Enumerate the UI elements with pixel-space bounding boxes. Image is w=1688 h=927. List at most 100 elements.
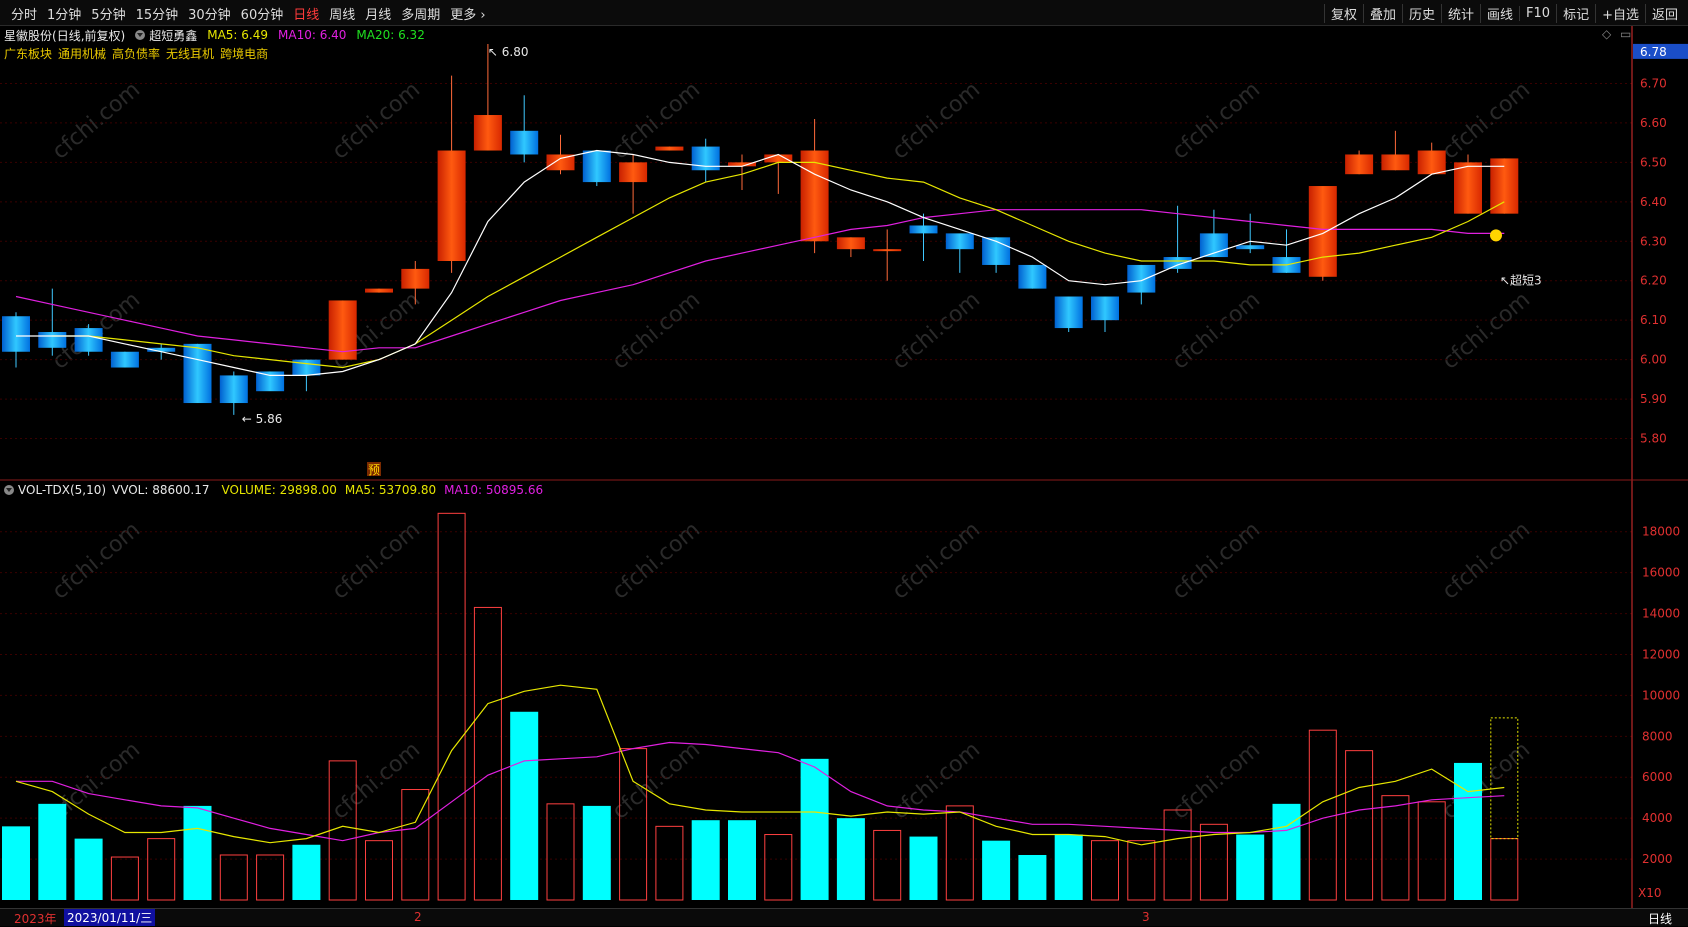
watermark-text: cfchi.com xyxy=(888,517,985,604)
volume-bar xyxy=(1091,840,1119,901)
watermark-text: cfchi.com xyxy=(1438,287,1535,374)
candle-body xyxy=(219,375,248,404)
volume-bar xyxy=(401,789,430,901)
annotation-layer: ↖ 6.80 ← 5.86 ↖超短3 预 xyxy=(242,45,1542,477)
volume-bar xyxy=(1345,750,1374,901)
candle-body xyxy=(836,237,865,250)
price-tick-label: 6.50 xyxy=(1640,155,1667,169)
watermark-text: cfchi.com xyxy=(608,517,705,604)
volume-tick-label: 14000 xyxy=(1642,607,1680,621)
watermark-text: cfchi.com xyxy=(1168,737,1265,824)
volume-bar xyxy=(1454,762,1482,900)
watermark-text: cfchi.com xyxy=(608,287,705,374)
kline-chart[interactable]: cfchi.com cfchi.com cfchi.com cfchi.com cfch… xyxy=(0,0,1688,908)
watermark-text: cfchi.com xyxy=(1168,287,1265,374)
candle-body xyxy=(1381,154,1410,171)
price-tick-label: 5.90 xyxy=(1640,392,1667,406)
watermark-text: cfchi.com xyxy=(1438,517,1535,604)
pre-marker-label: 预 xyxy=(368,463,380,477)
price-tick-label: 5.80 xyxy=(1640,432,1667,446)
volume-bar xyxy=(328,760,357,901)
volume-bar xyxy=(691,820,720,900)
candle-body xyxy=(401,268,430,289)
collapse-icon: ▭ xyxy=(1620,27,1631,41)
signal-label: ↖超短3 xyxy=(1500,273,1542,288)
candle-body xyxy=(510,130,539,155)
candle-body xyxy=(256,371,285,392)
high-price-label: ↖ 6.80 xyxy=(488,45,529,59)
cursor-date: 2023/01/11/三 xyxy=(64,909,156,926)
volume-tick-label: 8000 xyxy=(1642,729,1673,743)
watermark-text: cfchi.com xyxy=(1438,77,1535,164)
volume-bar xyxy=(510,711,539,900)
candle-body xyxy=(1091,296,1119,321)
candle-body xyxy=(1345,154,1374,175)
volume-bar xyxy=(1163,809,1192,901)
volume-bars-layer xyxy=(2,512,1519,901)
watermark-text: cfchi.com xyxy=(1168,517,1265,604)
month-label-3: 3 xyxy=(1142,910,1150,924)
volume-bar xyxy=(473,606,502,901)
volume-bar xyxy=(982,840,1011,900)
smiley-icon xyxy=(1490,229,1502,242)
watermark-text: cfchi.com xyxy=(888,287,985,374)
candle-body xyxy=(2,316,30,352)
watermark-text: cfchi.com xyxy=(328,737,425,824)
candle-body xyxy=(619,162,648,183)
volume-bar xyxy=(836,818,865,900)
volume-bar xyxy=(945,805,974,901)
candle-body xyxy=(110,351,139,368)
volume-bar xyxy=(1381,795,1410,901)
candle-body xyxy=(582,150,611,183)
candle-body xyxy=(1054,296,1083,329)
candle-body xyxy=(1163,257,1192,269)
candle-body xyxy=(183,343,212,404)
watermark-text: cfchi.com xyxy=(888,77,985,164)
price-tick-label: 6.60 xyxy=(1640,116,1667,130)
volume-bar xyxy=(655,825,684,901)
watermark-text: cfchi.com xyxy=(608,77,705,164)
watermark-text: cfchi.com xyxy=(328,77,425,164)
candle-body xyxy=(1127,264,1156,293)
volume-tick-label: 12000 xyxy=(1642,647,1680,661)
date-axis-bar: 2023年 2023/01/11/三 2 3 日线 xyxy=(0,908,1688,926)
volume-bar xyxy=(38,803,67,900)
volume-bar xyxy=(147,838,176,901)
volume-bar xyxy=(183,805,212,900)
volume-bar xyxy=(764,834,793,901)
volume-tick-label: 2000 xyxy=(1642,852,1673,866)
volume-bar xyxy=(1490,838,1519,901)
candle-body xyxy=(655,146,684,151)
candle-body xyxy=(473,115,502,151)
volume-bar xyxy=(365,840,393,901)
watermark-text: cfchi.com xyxy=(1168,77,1265,164)
price-tick-label: 6.40 xyxy=(1640,195,1667,209)
volume-bar xyxy=(873,829,902,901)
candle-body xyxy=(38,332,67,348)
volume-bar xyxy=(1236,834,1265,900)
volume-bar xyxy=(1417,801,1446,901)
volume-tick-label: 18000 xyxy=(1642,525,1680,539)
diamond-icon: ◇ xyxy=(1602,27,1612,41)
volume-bar xyxy=(292,844,321,900)
watermark-text: cfchi.com xyxy=(888,737,985,824)
candle-body xyxy=(1308,186,1337,277)
watermark-text: cfchi.com xyxy=(48,77,145,164)
volume-bar xyxy=(74,838,103,900)
volume-bar xyxy=(110,856,139,901)
volume-bar xyxy=(1308,729,1337,901)
price-tick-label: 6.00 xyxy=(1640,353,1667,367)
volume-bar xyxy=(256,854,285,901)
volume-bar xyxy=(1018,854,1047,900)
candle-body xyxy=(1018,264,1047,289)
candle-body xyxy=(1417,150,1446,175)
volume-bar xyxy=(437,512,466,901)
last-price-label: 6.78 xyxy=(1640,45,1667,59)
volume-tick-label: 10000 xyxy=(1642,688,1680,702)
volume-bar xyxy=(1054,834,1083,900)
volume-tick-label: 4000 xyxy=(1642,811,1673,825)
candle-body xyxy=(365,288,393,293)
low-price-label: ← 5.86 xyxy=(242,412,283,426)
price-tick-label: 6.10 xyxy=(1640,313,1667,327)
period-label: 日线 xyxy=(1648,912,1673,926)
